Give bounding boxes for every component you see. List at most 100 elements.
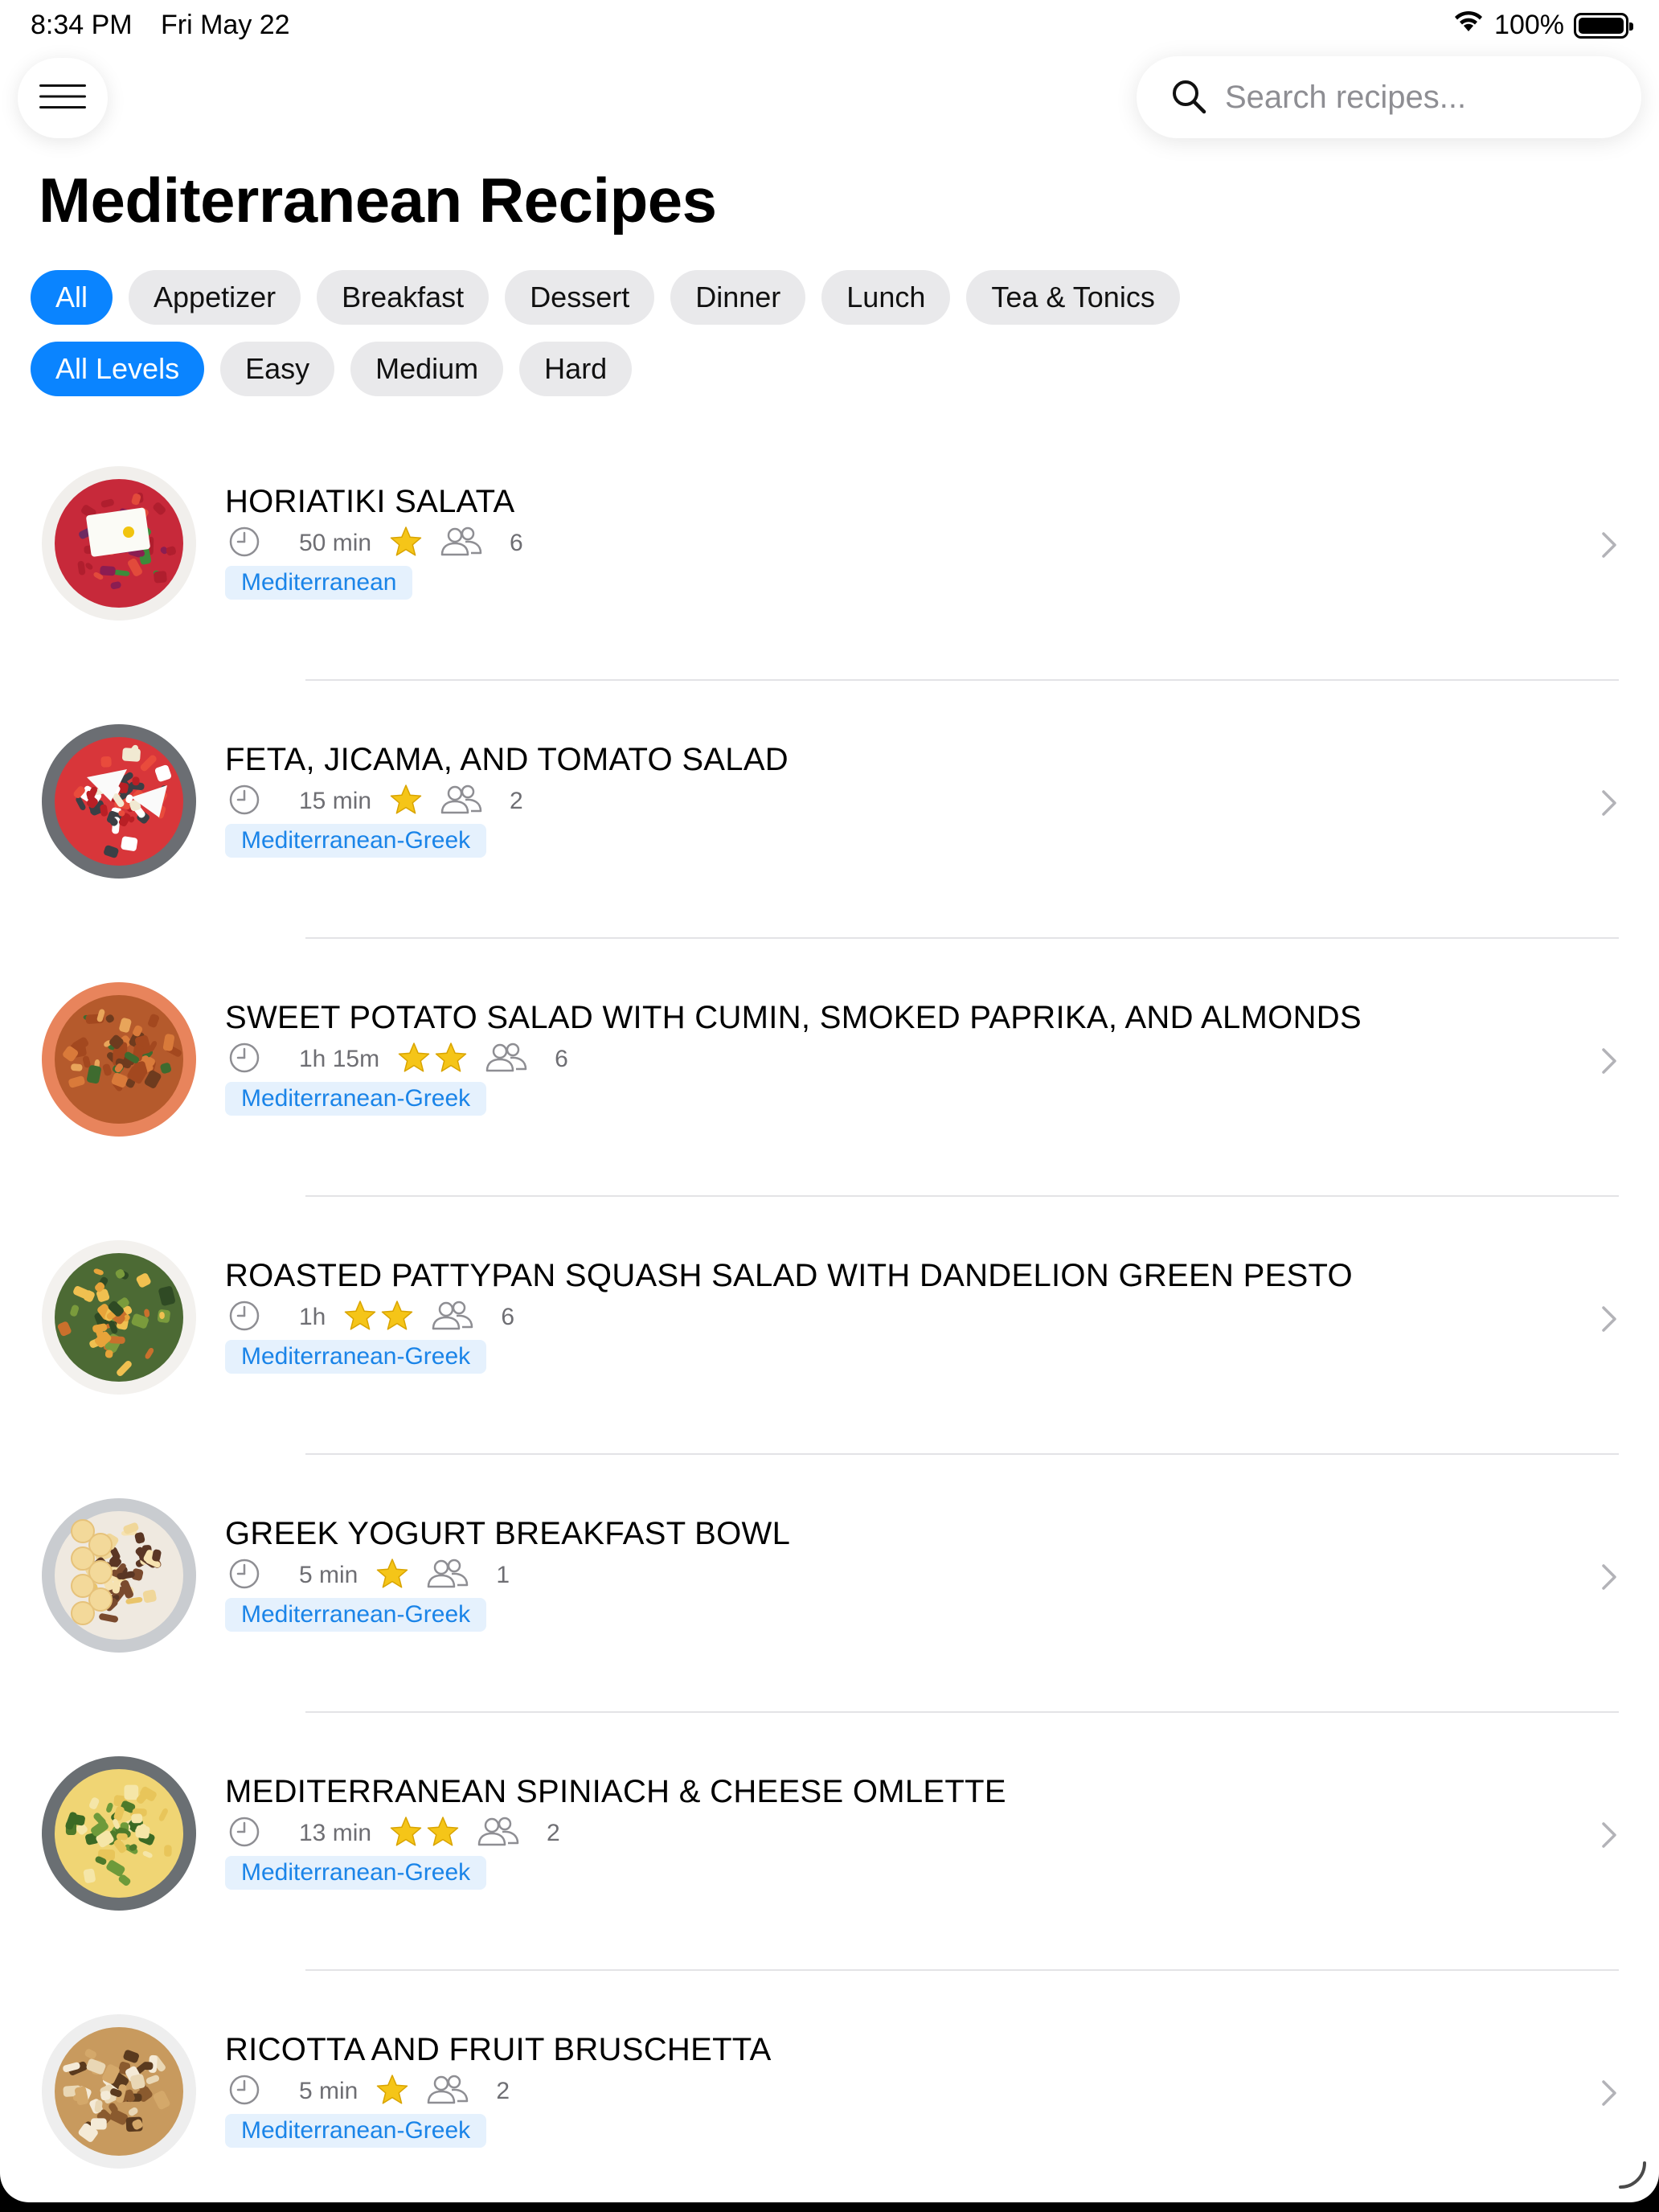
- menu-button[interactable]: [18, 58, 108, 138]
- category-chip-tea-and-tonics[interactable]: Tea & Tonics: [966, 270, 1180, 325]
- chevron-right-icon: [1600, 529, 1619, 565]
- category-filter-row: All Appetizer Breakfast Dessert Dinner Lunch T…: [31, 270, 1180, 325]
- recipe-row[interactable]: MEDITERRANEAN SPINIACH & CHEESE OMLETTE …: [0, 1713, 1659, 1971]
- recipe-meta: 5 min 2: [228, 2074, 510, 2109]
- cook-time: 13 min: [299, 1820, 372, 1846]
- recipe-title: HORIATIKI SALATA: [225, 484, 515, 519]
- recipe-title: GREEK YOGURT BREAKFAST BOWL: [225, 1516, 791, 1551]
- clock-icon: [228, 1816, 260, 1852]
- cook-time: 15 min: [299, 788, 372, 814]
- people-icon: [476, 1816, 521, 1852]
- difficulty-stars: [375, 1558, 409, 1594]
- recipe-list: HORIATIKI SALATA 50 min 6 Mediterranean …: [0, 423, 1659, 2202]
- category-chip-dessert[interactable]: Dessert: [505, 270, 655, 325]
- people-icon: [425, 1558, 470, 1594]
- status-bar: 8:34 PM Fri May 22 100%: [0, 0, 1659, 53]
- cuisine-tag: Mediterranean-Greek: [225, 824, 487, 858]
- page-title: Mediterranean Recipes: [39, 165, 717, 236]
- search-input[interactable]: [1225, 74, 1619, 121]
- recipe-row[interactable]: FETA, JICAMA, AND TOMATO SALAD 15 min 2 …: [0, 681, 1659, 939]
- recipe-title: RICOTTA AND FRUIT BRUSCHETTA: [225, 2032, 772, 2067]
- cook-time: 1h: [299, 1304, 326, 1330]
- chevron-right-icon: [1600, 1045, 1619, 1081]
- people-icon: [439, 784, 484, 820]
- recipe-row[interactable]: SWEET POTATO SALAD WITH CUMIN, SMOKED PA…: [0, 939, 1659, 1197]
- difficulty-stars: [397, 1042, 468, 1078]
- cuisine-tag: Mediterranean-Greek: [225, 1598, 487, 1632]
- battery-percent: 100%: [1494, 10, 1564, 40]
- difficulty-stars: [389, 784, 423, 820]
- recipe-meta: 13 min 2: [228, 1816, 560, 1851]
- cuisine-tag: Mediterranean-Greek: [225, 2114, 487, 2148]
- servings-count: 6: [510, 530, 523, 556]
- recipe-row[interactable]: ROASTED PATTYPAN SQUASH SALAD WITH DANDE…: [0, 1197, 1659, 1455]
- hamburger-icon: [39, 83, 86, 114]
- recipe-thumbnail: [39, 1237, 199, 1398]
- servings-count: 1: [496, 1562, 510, 1588]
- servings-count: 2: [496, 2078, 510, 2104]
- recipe-title: ROASTED PATTYPAN SQUASH SALAD WITH DANDE…: [225, 1258, 1353, 1293]
- difficulty-star-icon: [434, 1042, 468, 1078]
- recipe-meta: 15 min 2: [228, 784, 523, 819]
- recipe-meta: 50 min 6: [228, 526, 523, 561]
- cuisine-tag: Mediterranean-Greek: [225, 1082, 487, 1116]
- recipe-thumbnail: [39, 2011, 199, 2172]
- recipe-title: FETA, JICAMA, AND TOMATO SALAD: [225, 742, 789, 777]
- app-screen: 8:34 PM Fri May 22 100% Search recipes..…: [0, 0, 1659, 2202]
- difficulty-star-icon: [426, 1816, 460, 1852]
- difficulty-star-icon: [389, 784, 423, 820]
- difficulty-star-icon: [397, 1042, 431, 1078]
- people-icon: [439, 526, 484, 562]
- recipe-thumbnail: [39, 463, 199, 624]
- difficulty-star-icon: [380, 1300, 414, 1336]
- level-filter-row: All Levels Easy Medium Hard: [31, 342, 633, 396]
- category-chip-appetizer[interactable]: Appetizer: [129, 270, 301, 325]
- chevron-right-icon: [1600, 1819, 1619, 1855]
- people-icon: [484, 1042, 529, 1078]
- cuisine-tag: Mediterranean: [225, 566, 413, 600]
- recipe-row[interactable]: HORIATIKI SALATA 50 min 6 Mediterranean: [0, 423, 1659, 681]
- cook-time: 5 min: [299, 2078, 358, 2104]
- recipe-meta: 5 min 1: [228, 1558, 510, 1593]
- cook-time: 1h 15m: [299, 1046, 380, 1072]
- level-chip-easy[interactable]: Easy: [220, 342, 335, 396]
- resize-grabber-icon[interactable]: [1616, 2158, 1648, 2194]
- recipe-title: MEDITERRANEAN SPINIACH & CHEESE OMLETTE: [225, 1774, 1006, 1809]
- recipe-meta: 1h 6: [228, 1300, 514, 1335]
- recipe-thumbnail: [39, 979, 199, 1140]
- difficulty-star-icon: [389, 526, 423, 562]
- difficulty-stars: [343, 1300, 414, 1336]
- category-chip-breakfast[interactable]: Breakfast: [317, 270, 490, 325]
- level-chip-hard[interactable]: Hard: [519, 342, 633, 396]
- clock-icon: [228, 784, 260, 820]
- difficulty-stars: [389, 1816, 460, 1852]
- category-chip-all[interactable]: All: [31, 270, 113, 325]
- category-chip-dinner[interactable]: Dinner: [670, 270, 806, 325]
- recipe-row[interactable]: RICOTTA AND FRUIT BRUSCHETTA 5 min 2 Med…: [0, 1971, 1659, 2202]
- chevron-right-icon: [1600, 2077, 1619, 2113]
- search-box[interactable]: [1137, 56, 1641, 138]
- difficulty-star-icon: [389, 1816, 423, 1852]
- chevron-right-icon: [1600, 1561, 1619, 1597]
- cuisine-tag: Mediterranean-Greek: [225, 1856, 487, 1890]
- recipe-row[interactable]: GREEK YOGURT BREAKFAST BOWL 5 min 1 Medi…: [0, 1455, 1659, 1713]
- status-right: 100%: [1452, 10, 1633, 41]
- difficulty-star-icon: [375, 1558, 409, 1594]
- servings-count: 2: [510, 788, 523, 814]
- level-chip-all-levels[interactable]: All Levels: [31, 342, 205, 396]
- category-chip-lunch[interactable]: Lunch: [821, 270, 951, 325]
- servings-count: 2: [547, 1820, 560, 1846]
- status-date: Fri May 22: [161, 10, 290, 40]
- people-icon: [430, 1300, 475, 1336]
- difficulty-star-icon: [343, 1300, 377, 1336]
- recipe-thumbnail: [39, 721, 199, 882]
- servings-count: 6: [555, 1046, 568, 1072]
- wifi-icon: [1452, 10, 1485, 41]
- chevron-right-icon: [1600, 787, 1619, 823]
- cuisine-tag: Mediterranean-Greek: [225, 1340, 487, 1374]
- clock-icon: [228, 526, 260, 562]
- level-chip-medium[interactable]: Medium: [350, 342, 504, 396]
- recipe-title: SWEET POTATO SALAD WITH CUMIN, SMOKED PA…: [225, 1000, 1362, 1035]
- servings-count: 6: [501, 1304, 515, 1330]
- clock-icon: [228, 1558, 260, 1594]
